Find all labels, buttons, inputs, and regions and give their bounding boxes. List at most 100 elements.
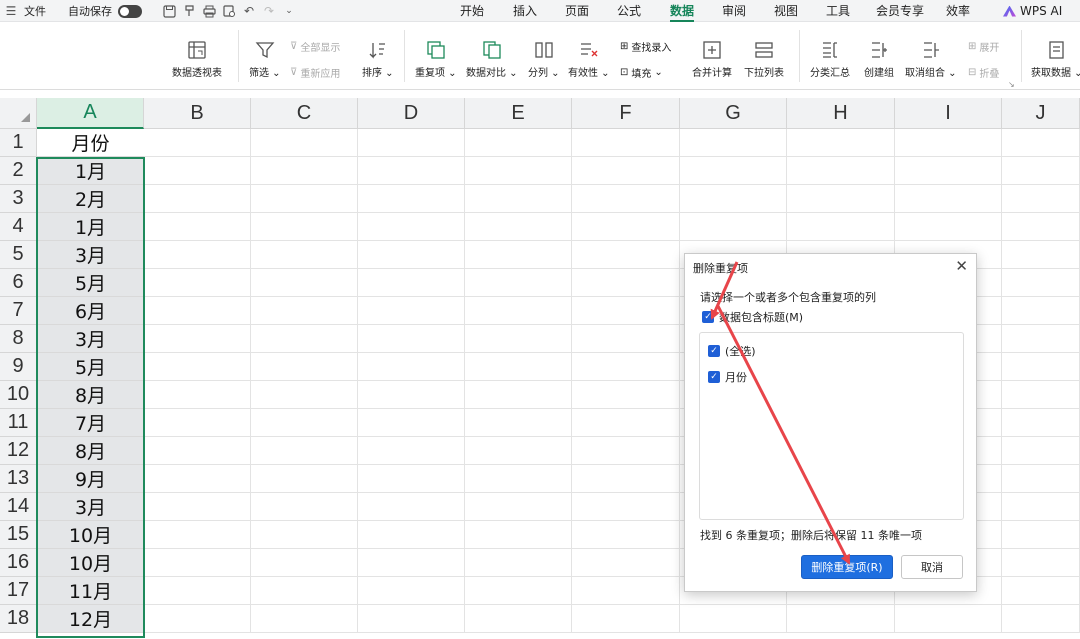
cell-a5[interactable]: 3月 (37, 241, 144, 269)
cell-e10[interactable] (465, 381, 572, 409)
cell-a15[interactable]: 10月 (37, 521, 144, 549)
tab-efficiency[interactable]: 效率 (946, 0, 970, 22)
cell-d10[interactable] (358, 381, 465, 409)
cell-c13[interactable] (251, 465, 358, 493)
data-compare-button[interactable]: 数据对比 ⌄ (466, 36, 518, 79)
cell-e5[interactable] (465, 241, 572, 269)
column-header-b[interactable]: B (144, 98, 251, 129)
tab-review[interactable]: 审阅 (722, 0, 746, 22)
cell-j7[interactable] (1002, 297, 1080, 325)
cell-c1[interactable] (251, 129, 358, 157)
cell-a10[interactable]: 8月 (37, 381, 144, 409)
cell-f14[interactable] (572, 493, 680, 521)
show-all-button[interactable]: ⊽ 全部显示 (290, 39, 340, 54)
cell-j11[interactable] (1002, 409, 1080, 437)
list-item-month[interactable]: ✓ 月份 (708, 369, 747, 385)
cell-b14[interactable] (144, 493, 251, 521)
cell-b16[interactable] (144, 549, 251, 577)
undo-icon[interactable]: ↶ (242, 4, 256, 18)
cell-c15[interactable] (251, 521, 358, 549)
row-header-16[interactable]: 16 (0, 549, 37, 577)
cell-d18[interactable] (358, 605, 465, 633)
tab-formula[interactable]: 公式 (617, 0, 641, 22)
ungroup-button[interactable]: 取消组合 ⌄ (905, 36, 957, 79)
cell-g18[interactable] (680, 605, 787, 633)
header-checkbox-row[interactable]: ✓ 数据包含标题(M) (702, 309, 803, 325)
cell-d12[interactable] (358, 437, 465, 465)
row-header-5[interactable]: 5 (0, 241, 37, 269)
cancel-button[interactable]: 取消 (901, 555, 963, 579)
cell-b9[interactable] (144, 353, 251, 381)
cell-a17[interactable]: 11月 (37, 577, 144, 605)
cell-f18[interactable] (572, 605, 680, 633)
cell-j15[interactable] (1002, 521, 1080, 549)
chevron-down-icon[interactable]: ⌄ (282, 4, 296, 18)
cell-b3[interactable] (144, 185, 251, 213)
cell-a8[interactable]: 3月 (37, 325, 144, 353)
cell-f7[interactable] (572, 297, 680, 325)
duplicates-button[interactable]: 重复项 ⌄ (415, 36, 457, 79)
cell-j14[interactable] (1002, 493, 1080, 521)
format-painter-icon[interactable] (182, 4, 196, 18)
cell-j3[interactable] (1002, 185, 1080, 213)
tab-member[interactable]: 会员专享 (876, 0, 924, 22)
cell-f6[interactable] (572, 269, 680, 297)
pivot-table-button[interactable]: 数据透视表 (172, 36, 222, 79)
cell-f11[interactable] (572, 409, 680, 437)
cell-f4[interactable] (572, 213, 680, 241)
cell-b18[interactable] (144, 605, 251, 633)
cell-e11[interactable] (465, 409, 572, 437)
cell-a14[interactable]: 3月 (37, 493, 144, 521)
cell-d17[interactable] (358, 577, 465, 605)
print-preview-icon[interactable] (222, 4, 236, 18)
cell-c16[interactable] (251, 549, 358, 577)
cell-i3[interactable] (895, 185, 1002, 213)
cell-f16[interactable] (572, 549, 680, 577)
cell-f15[interactable] (572, 521, 680, 549)
cell-c6[interactable] (251, 269, 358, 297)
row-header-7[interactable]: 7 (0, 297, 37, 325)
cell-h1[interactable] (787, 129, 895, 157)
cell-b7[interactable] (144, 297, 251, 325)
cell-e7[interactable] (465, 297, 572, 325)
cell-d6[interactable] (358, 269, 465, 297)
cell-b11[interactable] (144, 409, 251, 437)
cell-j5[interactable] (1002, 241, 1080, 269)
row-header-2[interactable]: 2 (0, 157, 37, 185)
subtotal-button[interactable]: 分类汇总 (810, 36, 850, 79)
row-header-4[interactable]: 4 (0, 213, 37, 241)
row-header-13[interactable]: 13 (0, 465, 37, 493)
cell-e18[interactable] (465, 605, 572, 633)
file-menu[interactable]: 文件 (24, 3, 46, 19)
cell-j2[interactable] (1002, 157, 1080, 185)
cell-d15[interactable] (358, 521, 465, 549)
cell-e4[interactable] (465, 213, 572, 241)
remove-duplicates-button[interactable]: 删除重复项(R) (801, 555, 893, 579)
cell-j17[interactable] (1002, 577, 1080, 605)
cell-c17[interactable] (251, 577, 358, 605)
cell-j18[interactable] (1002, 605, 1080, 633)
cell-b5[interactable] (144, 241, 251, 269)
cell-e1[interactable] (465, 129, 572, 157)
lookup-entry-button[interactable]: ⊞ 查找录入 (620, 39, 671, 54)
cell-j16[interactable] (1002, 549, 1080, 577)
tab-page[interactable]: 页面 (565, 0, 589, 22)
cell-c2[interactable] (251, 157, 358, 185)
cell-j9[interactable] (1002, 353, 1080, 381)
cell-a16[interactable]: 10月 (37, 549, 144, 577)
cell-d16[interactable] (358, 549, 465, 577)
cell-b15[interactable] (144, 521, 251, 549)
close-icon[interactable]: ✕ (955, 257, 968, 275)
cell-b8[interactable] (144, 325, 251, 353)
dialog-launcher-icon[interactable]: ↘ (1008, 80, 1015, 89)
hamburger-menu-icon[interactable]: ☰ (4, 4, 18, 18)
cell-j1[interactable] (1002, 129, 1080, 157)
cell-j13[interactable] (1002, 465, 1080, 493)
cell-g2[interactable] (680, 157, 787, 185)
cell-d11[interactable] (358, 409, 465, 437)
cell-b13[interactable] (144, 465, 251, 493)
cell-a1[interactable]: 月份 (37, 129, 144, 157)
cell-f17[interactable] (572, 577, 680, 605)
cell-c11[interactable] (251, 409, 358, 437)
cell-h3[interactable] (787, 185, 895, 213)
